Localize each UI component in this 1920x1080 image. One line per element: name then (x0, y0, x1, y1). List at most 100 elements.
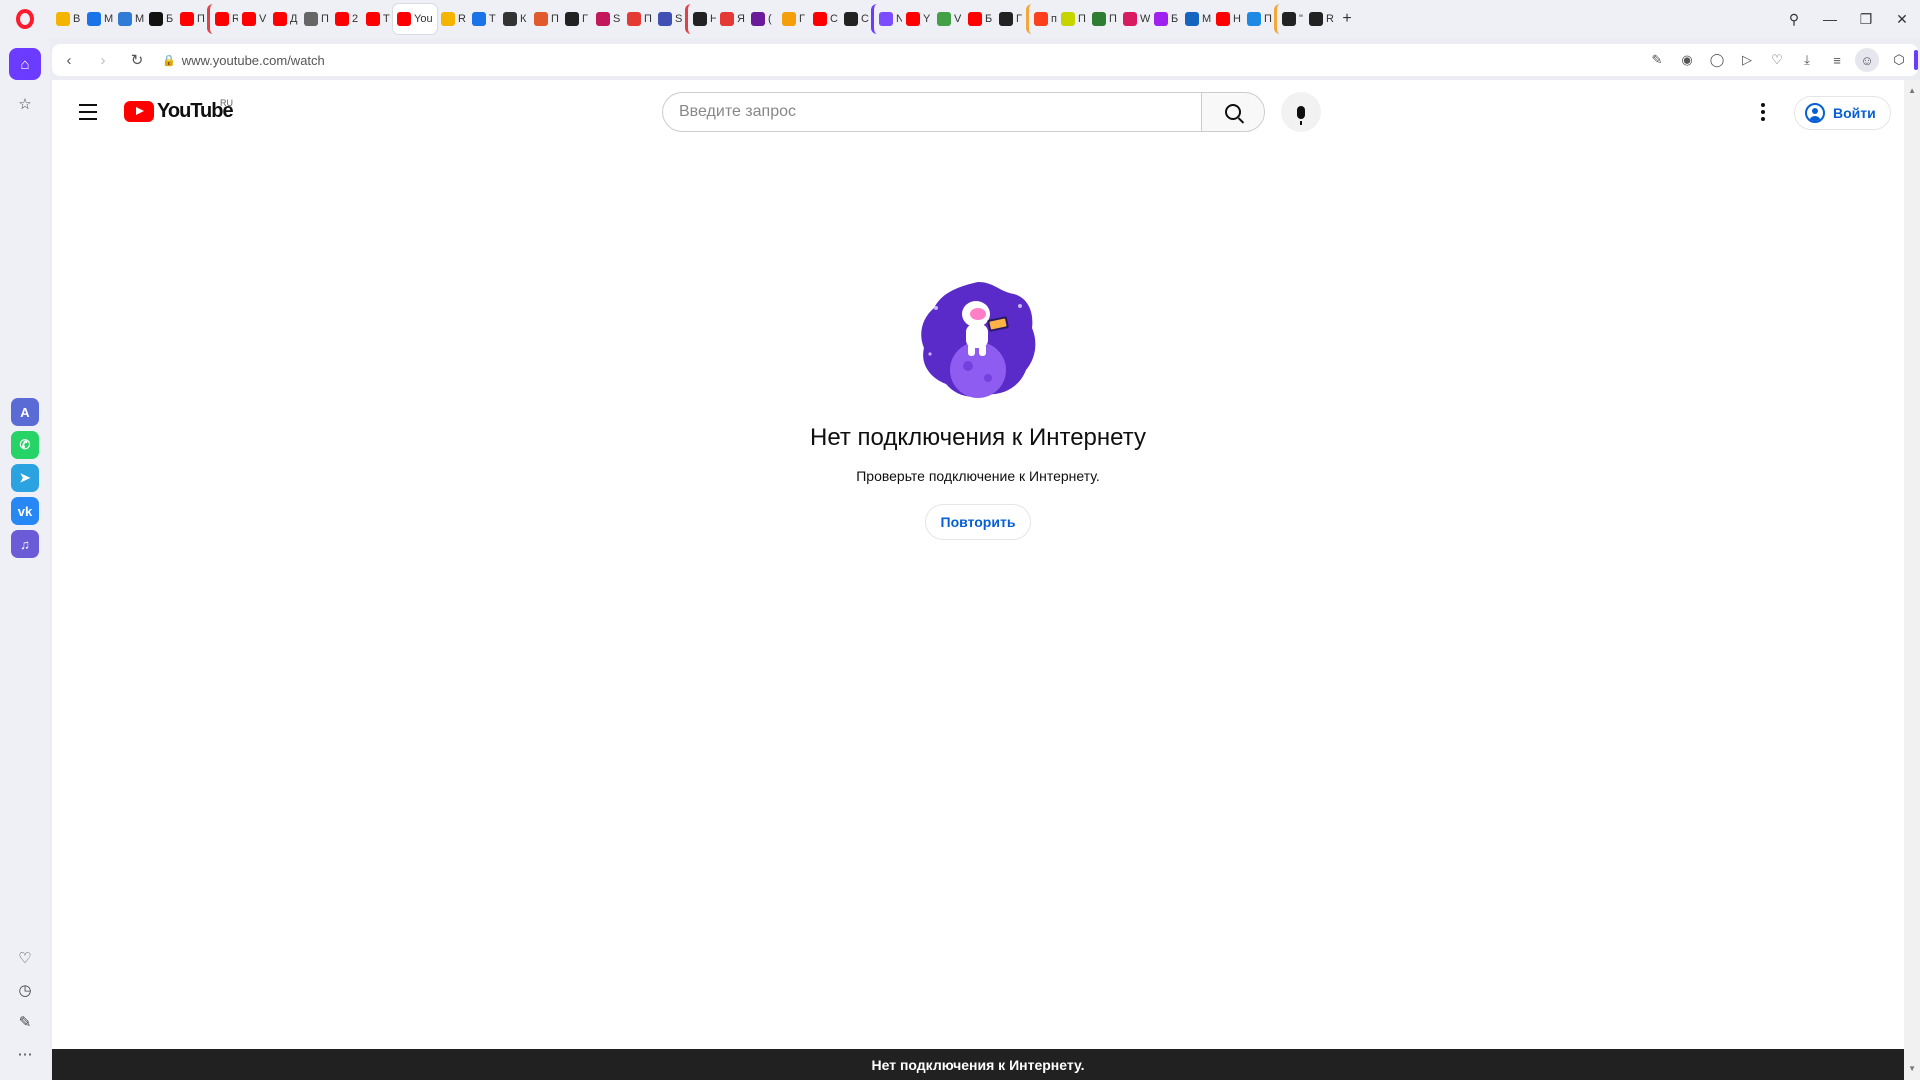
guide-menu-icon[interactable] (68, 92, 108, 132)
tab-title: Т (489, 13, 496, 25)
tab-title: You (414, 13, 433, 25)
browser-tab[interactable]: R (1305, 4, 1336, 34)
player-icon[interactable]: ▷ (1732, 44, 1762, 76)
browser-tab[interactable]: R (437, 4, 468, 34)
browser-tab[interactable]: Г (778, 4, 809, 34)
tab-title: С (830, 13, 838, 25)
opera-menu-button[interactable] (0, 0, 50, 38)
history-clock-icon[interactable]: ◷ (9, 974, 41, 1006)
tabs-row: ВММБПRVДП2ТYouRТКПГSПSНЯ(ГССNYVБГпППWБМН… (52, 4, 1358, 34)
browser-tab[interactable]: Б (1150, 4, 1181, 34)
browser-tab[interactable]: S (592, 4, 623, 34)
browser-tab[interactable]: п (1026, 4, 1057, 34)
sidebar-app-telegram-icon[interactable]: ➤ (11, 464, 39, 492)
browser-tab[interactable]: Б (145, 4, 176, 34)
more-dots-icon[interactable]: ⋯ (9, 1038, 41, 1070)
astronaut-illustration (921, 282, 1036, 398)
scroll-up-arrow-icon[interactable]: ▲ (1908, 86, 1916, 95)
extensions-cube-icon[interactable]: ⬡ (1884, 44, 1914, 76)
tab-favicon-icon (1092, 12, 1106, 26)
settings-more-icon[interactable] (1743, 92, 1783, 132)
browser-tab[interactable]: П (1088, 4, 1119, 34)
star-icon[interactable]: ☆ (9, 88, 41, 120)
home-icon[interactable]: ⌂ (9, 48, 41, 80)
new-tab-plus-icon[interactable]: + (1336, 8, 1358, 30)
browser-tab[interactable]: М (114, 4, 145, 34)
minimize-button[interactable]: — (1812, 0, 1848, 38)
tab-favicon-icon (565, 12, 579, 26)
browser-tab[interactable]: S (654, 4, 685, 34)
browser-tab[interactable]: К (499, 4, 530, 34)
browser-tab[interactable]: N (871, 4, 902, 34)
browser-tab[interactable]: V (238, 4, 269, 34)
easy-setup-icon[interactable]: ≡ (1822, 44, 1852, 76)
browser-tab[interactable]: R (207, 4, 238, 34)
browser-tab[interactable]: Я (716, 4, 747, 34)
browser-tab[interactable]: Т (362, 4, 393, 34)
browser-tab[interactable]: П (176, 4, 207, 34)
signin-label: Войти (1833, 105, 1876, 121)
browser-tab[interactable]: С (840, 4, 871, 34)
translate-icon[interactable]: ✎ (9, 1006, 41, 1038)
browser-tab[interactable]: В (52, 4, 83, 34)
camera-icon[interactable]: ◉ (1672, 44, 1702, 76)
close-window-button[interactable]: ✕ (1884, 0, 1920, 38)
browser-tab[interactable]: 2 (331, 4, 362, 34)
browser-tab[interactable]: V (933, 4, 964, 34)
browser-tab[interactable]: Н (685, 4, 716, 34)
browser-tab[interactable]: Y (902, 4, 933, 34)
lock-icon[interactable]: 🔒 (162, 54, 176, 67)
browser-tab[interactable]: You (393, 4, 437, 34)
browser-tab[interactable]: П (1243, 4, 1274, 34)
browser-tab[interactable]: С (809, 4, 840, 34)
browser-tab[interactable]: Н (1212, 4, 1243, 34)
restore-button[interactable]: ❐ (1848, 0, 1884, 38)
forward-button[interactable]: › (86, 44, 120, 76)
edit-icon[interactable]: ✎ (1642, 44, 1672, 76)
sidebar-app-aria-icon[interactable]: A (11, 398, 39, 426)
browser-tab[interactable]: Б (964, 4, 995, 34)
browser-tab[interactable]: П (530, 4, 561, 34)
tab-title: W (1140, 13, 1150, 25)
search-button[interactable] (1201, 92, 1265, 132)
tab-favicon-icon (56, 12, 70, 26)
tab-favicon-icon (937, 12, 951, 26)
sidebar-app-vk-icon[interactable]: vk (11, 497, 39, 525)
tab-favicon-icon (813, 12, 827, 26)
page-scrollbar[interactable] (1904, 80, 1920, 1080)
sidebar-app-music-icon[interactable]: ♫ (11, 530, 39, 558)
sidebar-app-whatsapp-icon[interactable]: ✆ (11, 431, 39, 459)
browser-tab[interactable]: " (1274, 4, 1305, 34)
browser-tab[interactable]: W (1119, 4, 1150, 34)
browser-tab[interactable]: П (300, 4, 331, 34)
browser-tab[interactable]: П (1057, 4, 1088, 34)
back-button[interactable]: ‹ (52, 44, 86, 76)
retry-button[interactable]: Повторить (924, 504, 1032, 540)
reload-button[interactable]: ↻ (120, 44, 154, 76)
tab-favicon-icon (335, 12, 349, 26)
shield-icon[interactable]: ◯ (1702, 44, 1732, 76)
voice-search-button[interactable] (1281, 92, 1321, 132)
heart-icon[interactable]: ♡ (9, 942, 41, 974)
tab-favicon-icon (751, 12, 765, 26)
url-field[interactable]: www.youtube.com/watch (182, 53, 325, 68)
profile-icon[interactable]: ☺ (1855, 48, 1879, 72)
tab-title: Б (985, 13, 993, 25)
browser-tab[interactable]: Г (561, 4, 592, 34)
browser-tab[interactable]: М (83, 4, 114, 34)
tab-title: М (135, 13, 145, 25)
microphone-icon (1297, 105, 1305, 125)
scroll-down-arrow-icon[interactable]: ▼ (1908, 1064, 1916, 1073)
heart-icon[interactable]: ♡ (1762, 44, 1792, 76)
browser-tab[interactable]: Т (468, 4, 499, 34)
browser-tab[interactable]: П (623, 4, 654, 34)
browser-tab[interactable]: ( (747, 4, 778, 34)
browser-tab[interactable]: Д (269, 4, 300, 34)
search-input[interactable] (662, 92, 1201, 132)
browser-tab[interactable]: Г (995, 4, 1026, 34)
tab-search-icon[interactable]: ⚲ (1776, 0, 1812, 38)
signin-button[interactable]: Войти (1794, 96, 1891, 130)
download-icon[interactable]: ⤓ (1792, 44, 1822, 76)
browser-tab[interactable]: М (1181, 4, 1212, 34)
youtube-logo[interactable]: YouTube (124, 100, 234, 123)
